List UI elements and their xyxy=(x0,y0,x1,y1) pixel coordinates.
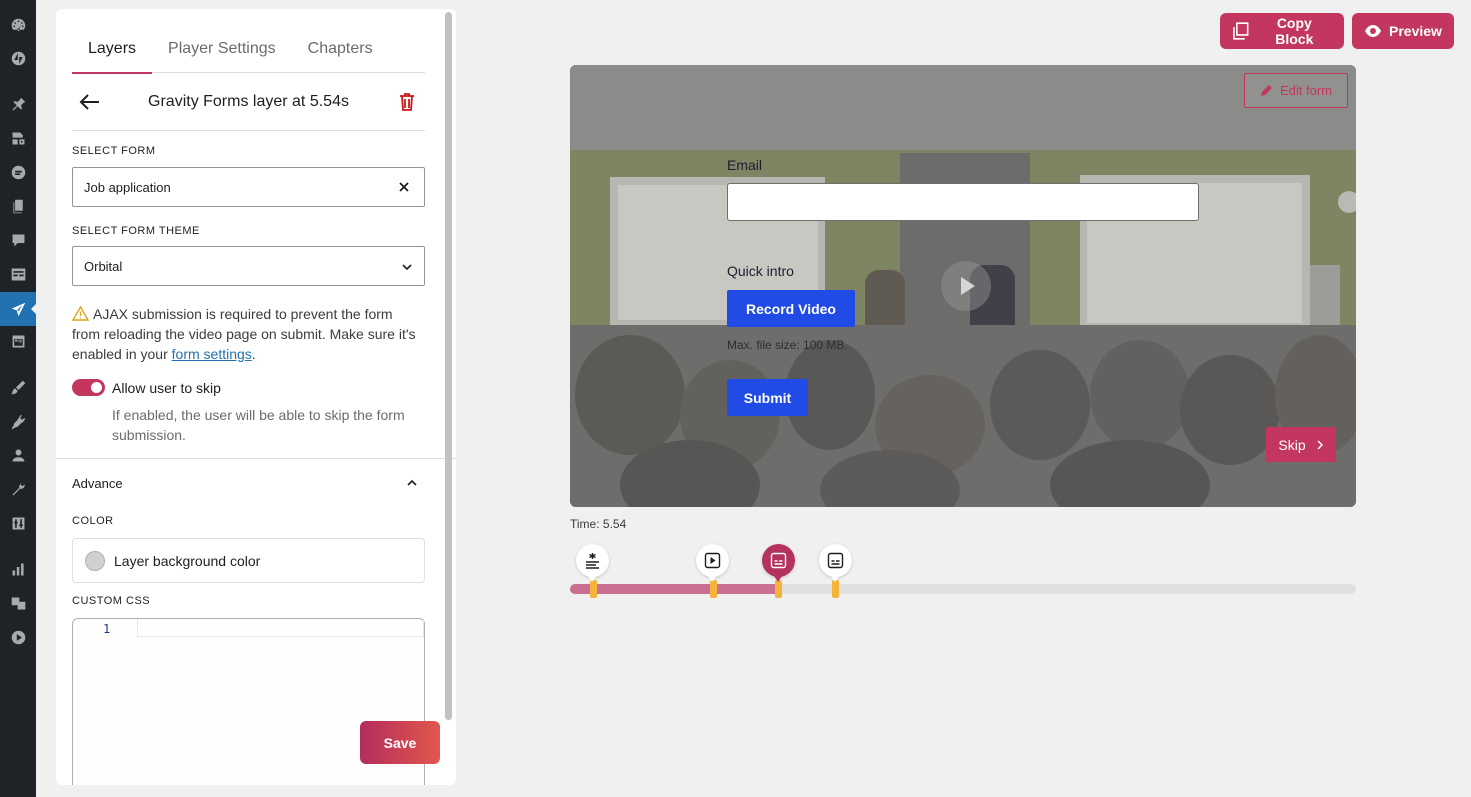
layer-background-color-picker[interactable]: Layer background color xyxy=(72,538,425,583)
dashboard-icon[interactable] xyxy=(8,15,28,35)
layer-settings-panel: Layers Player Settings Chapters Gravity … xyxy=(56,9,456,785)
timeline-marker-form-selected[interactable] xyxy=(762,544,795,582)
trash-icon[interactable] xyxy=(397,91,417,113)
pencil-icon xyxy=(1260,85,1272,96)
select-theme-dropdown[interactable]: Orbital xyxy=(72,246,425,286)
analytics-icon[interactable] xyxy=(8,559,28,579)
timeline-track[interactable] xyxy=(570,584,1356,594)
video-preview[interactable]: Edit form Email Quick intro Record Video… xyxy=(570,65,1356,507)
section-divider xyxy=(56,458,456,459)
settings-icon[interactable] xyxy=(8,513,28,533)
presto-player-icon[interactable] xyxy=(8,299,28,319)
timeline-tick[interactable] xyxy=(775,580,782,598)
email-input[interactable] xyxy=(727,183,1199,221)
tools-icon[interactable] xyxy=(8,479,28,499)
save-button[interactable]: Save xyxy=(360,721,440,764)
edit-form-label: Edit form xyxy=(1279,83,1332,98)
form-settings-link[interactable]: form settings xyxy=(172,346,252,362)
warning-icon xyxy=(72,306,89,321)
chevron-up-icon[interactable] xyxy=(405,476,419,490)
color-swatch[interactable] xyxy=(85,550,105,571)
pages-icon[interactable] xyxy=(8,196,28,216)
preview-label: Preview xyxy=(1389,23,1442,39)
select-theme-value: Orbital xyxy=(84,258,123,274)
eye-icon xyxy=(1365,25,1381,37)
editor-active-line[interactable] xyxy=(137,619,424,637)
pin-icon[interactable] xyxy=(8,94,28,114)
translate-icon[interactable] xyxy=(8,593,28,613)
select-form-label: SELECT FORM xyxy=(72,145,156,157)
timeline-tick[interactable] xyxy=(832,580,839,598)
comments-icon[interactable] xyxy=(8,230,28,250)
panel-tabs: Layers Player Settings Chapters xyxy=(72,9,425,74)
users-icon[interactable] xyxy=(8,445,28,465)
admin-sidebar xyxy=(0,0,37,797)
quick-intro-label: Quick intro xyxy=(727,263,794,279)
color-label: COLOR xyxy=(72,515,114,527)
timeline-marker-play[interactable] xyxy=(696,544,729,582)
tab-chapters[interactable]: Chapters xyxy=(292,9,389,73)
chevron-down-icon xyxy=(402,264,412,271)
select-theme-label: SELECT FORM THEME xyxy=(72,225,200,237)
form-layer-icon xyxy=(827,552,844,569)
media-icon[interactable] xyxy=(8,128,28,148)
text-layer-icon xyxy=(586,553,599,569)
custom-css-label: CUSTOM CSS xyxy=(72,595,151,607)
edit-form-button[interactable]: Edit form xyxy=(1244,73,1348,108)
calendar-icon[interactable] xyxy=(8,331,28,351)
appearance-icon[interactable] xyxy=(8,377,28,397)
current-time: Time: 5.54 xyxy=(570,517,627,531)
forms-icon[interactable] xyxy=(8,264,28,284)
copy-block-button[interactable]: Copy Block xyxy=(1220,13,1344,49)
copy-block-label: Copy Block xyxy=(1275,15,1314,47)
select-form-value: Job application xyxy=(84,179,171,195)
submit-button[interactable]: Submit xyxy=(727,379,808,416)
skip-button[interactable]: Skip xyxy=(1266,427,1336,462)
copy-icon xyxy=(1233,22,1249,40)
timeline-progress xyxy=(570,584,776,594)
form-layer-icon xyxy=(770,552,787,569)
jetpack-icon[interactable] xyxy=(8,48,28,68)
layer-title: Gravity Forms layer at 5.54s xyxy=(148,93,349,110)
play-icon[interactable] xyxy=(8,627,28,647)
notice-end: . xyxy=(251,346,256,362)
layer-header: Gravity Forms layer at 5.54s xyxy=(72,73,425,131)
timeline-tick[interactable] xyxy=(710,580,717,598)
tab-layers[interactable]: Layers xyxy=(72,9,153,74)
email-label: Email xyxy=(727,157,763,173)
skip-label: Skip xyxy=(1278,436,1306,453)
max-file-size-note: Max. file size: 100 MB. xyxy=(727,338,848,352)
editor-gutter: 1 xyxy=(73,619,137,785)
timeline-marker-text[interactable] xyxy=(576,544,609,582)
record-video-button[interactable]: Record Video xyxy=(727,290,855,327)
timeline-tick[interactable] xyxy=(590,580,597,598)
ajax-notice: AJAX submission is required to prevent t… xyxy=(72,304,422,364)
preview-button[interactable]: Preview xyxy=(1352,13,1454,49)
plugins-icon[interactable] xyxy=(8,411,28,431)
timeline-marker-form[interactable] xyxy=(819,544,852,582)
allow-skip-toggle[interactable] xyxy=(72,379,105,396)
clear-icon[interactable] xyxy=(396,179,412,195)
play-layer-icon xyxy=(704,552,721,569)
select-form-field[interactable]: Job application xyxy=(72,167,425,207)
panel-scrollbar-thumb[interactable] xyxy=(445,12,452,720)
tab-player-settings[interactable]: Player Settings xyxy=(152,9,292,73)
allow-skip-help: If enabled, the user will be able to ski… xyxy=(112,407,405,443)
chevron-right-icon xyxy=(1317,439,1323,450)
layer-background-color-label: Layer background color xyxy=(114,552,261,569)
allow-skip-label: Allow user to skip xyxy=(112,380,221,396)
advance-section-title[interactable]: Advance xyxy=(72,476,123,491)
line-number: 1 xyxy=(103,622,111,636)
feedback-icon[interactable] xyxy=(8,162,28,182)
play-button-overlay[interactable] xyxy=(941,261,991,311)
